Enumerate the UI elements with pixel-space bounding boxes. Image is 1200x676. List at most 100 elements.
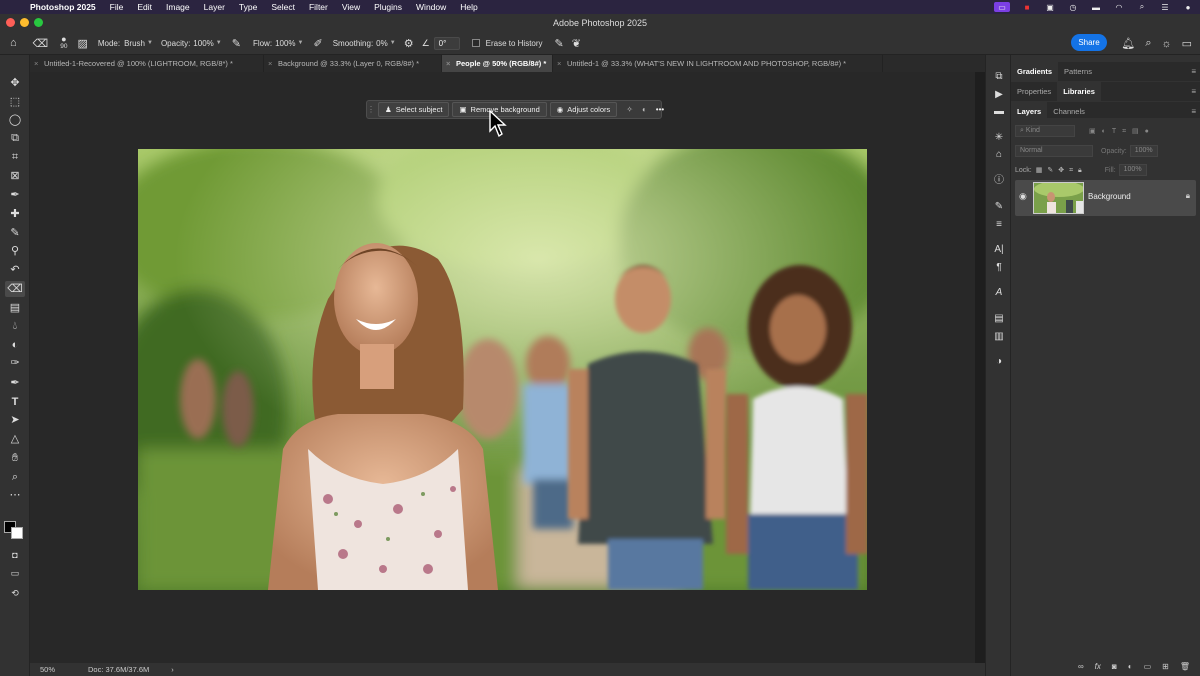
layer-fill-field[interactable]: 100% (1118, 164, 1147, 176)
zoom-level[interactable]: 50% (40, 665, 80, 674)
history-brush-tool-icon[interactable]: ↶ (5, 262, 25, 278)
actions-play-icon[interactable]: ▶ (992, 88, 1006, 102)
panel-menu-icon[interactable]: ≡ (1191, 67, 1196, 76)
select-subject-button[interactable]: ♟ Select subject (378, 102, 450, 117)
tab-people[interactable]: × People @ 50% (RGB/8#) * (442, 55, 553, 72)
color-icon[interactable]: ◑ (992, 355, 1006, 369)
menu-view[interactable]: View (342, 2, 360, 12)
dodge-tool-icon[interactable]: ◐ (5, 337, 25, 353)
camera-icon[interactable]: ▣ (1044, 2, 1056, 12)
workspace-icon[interactable]: ▭ (1182, 37, 1192, 50)
panel-menu-icon[interactable]: ≡ (1191, 87, 1196, 96)
path-selection-tool-icon[interactable]: ➤ (5, 412, 25, 428)
discover-icon[interactable]: ☼ (1162, 38, 1172, 50)
layer-row-background[interactable]: ◉ Background 🔒︎ (1015, 180, 1196, 216)
object-selection-tool-icon[interactable]: ⧉ (5, 130, 25, 146)
screen-record-icon[interactable]: ▭ (994, 2, 1010, 12)
mode-select[interactable]: Brush ▼ (124, 39, 153, 48)
flow-field[interactable]: 100% ▼ (275, 39, 303, 48)
clock-icon[interactable]: ◷ (1067, 2, 1079, 12)
comments-icon[interactable]: ▬ (992, 105, 1006, 119)
add-mask-icon[interactable]: ◙ (1112, 662, 1117, 671)
fx-icon[interactable]: fx (1095, 662, 1101, 671)
more-tools-icon[interactable]: ⋯ (5, 487, 25, 503)
adjustments-icon[interactable]: ≡ (992, 218, 1006, 232)
screen-mode-icon[interactable]: ▭ (5, 565, 25, 581)
menu-filter[interactable]: Filter (309, 2, 328, 12)
share-button[interactable]: Share (1071, 34, 1107, 51)
brush-tool-icon[interactable]: ✎ (5, 225, 25, 241)
character-icon[interactable]: A| (992, 243, 1006, 257)
gradient-tool-icon[interactable]: ▤ (5, 300, 25, 316)
symmetry-icon[interactable]: ❦ (572, 37, 581, 50)
crop-tool-icon[interactable]: ⌗ (5, 149, 25, 165)
eraser-tool-preset-icon[interactable]: ⌫ (33, 37, 49, 50)
search-icon[interactable]: ⌕ (1145, 37, 1151, 50)
doc-size[interactable]: Doc: 37.6M/37.6M (88, 665, 149, 674)
notifications-icon[interactable]: 🔔︎ (1121, 37, 1135, 50)
shape-tool-icon[interactable]: △ (5, 431, 25, 447)
blur-tool-icon[interactable]: 💧︎ (5, 318, 25, 334)
pen-tool-icon-2[interactable]: ✒ (5, 375, 25, 391)
angle-field[interactable]: 0° (433, 36, 460, 50)
menu-layer[interactable]: Layer (204, 2, 225, 12)
chevron-right-icon[interactable]: › (171, 665, 174, 674)
history-icon[interactable]: ⧉ (992, 70, 1006, 84)
pressure-size-icon[interactable]: ✎ (555, 37, 564, 50)
generative-fill-icon[interactable]: ✧ (626, 105, 633, 114)
people-photo[interactable] (138, 149, 867, 590)
layer-filter-kind[interactable]: ⌕ Kind (1015, 125, 1075, 137)
close-icon[interactable]: × (268, 55, 272, 72)
adjust-colors-button[interactable]: ◉ Adjust colors (549, 102, 618, 117)
marquee-tool-icon[interactable]: ⬚ (5, 94, 25, 110)
frame-tool-icon[interactable]: ⊠ (5, 168, 25, 184)
background-color-swatch[interactable] (11, 527, 23, 539)
battery-icon[interactable]: ▬ (1090, 2, 1102, 12)
type-tool-icon[interactable]: T (5, 394, 25, 410)
brush-settings-icon[interactable]: ▨ (77, 37, 87, 50)
tab-background[interactable]: × Background @ 33.3% (Layer 0, RGB/8#) * (264, 55, 442, 72)
canvas-area[interactable]: ⋮ ♟ Select subject ▣ Remove background ◉ Ad… (30, 72, 975, 663)
menu-type[interactable]: Type (239, 2, 257, 12)
quick-mask-icon[interactable]: ◘ (5, 547, 25, 563)
siri-icon[interactable]: ● (1182, 2, 1194, 12)
spotlight-icon[interactable]: ⌕ (1136, 2, 1148, 12)
hand-tool-icon[interactable]: ✋︎ (5, 450, 25, 466)
zoom-tool-icon[interactable]: ⌕ (5, 469, 25, 485)
menu-help[interactable]: Help (460, 2, 477, 12)
smoothing-field[interactable]: 0% ▼ (376, 39, 396, 48)
delete-layer-icon[interactable]: 🗑︎ (1180, 662, 1190, 671)
brush-preset-picker[interactable]: ● 90 (60, 35, 67, 51)
home-icon[interactable]: ⌂ (10, 37, 17, 49)
move-tool-icon[interactable]: ✥ (5, 75, 25, 91)
eraser-tool-icon[interactable]: ⌫ (5, 281, 25, 297)
app-menu[interactable]: Photoshop 2025 (30, 2, 96, 12)
tab-properties[interactable]: Properties (1011, 82, 1057, 101)
generative-icon[interactable]: ⟲ (5, 585, 25, 601)
brushes-icon[interactable]: ✎ (992, 200, 1006, 214)
tab-patterns[interactable]: Patterns (1058, 62, 1098, 81)
zoom-window-button[interactable] (34, 18, 43, 27)
close-icon[interactable]: × (557, 55, 561, 72)
airbrush-icon[interactable]: ✐ (313, 37, 322, 50)
pressure-opacity-icon[interactable]: ✎ (232, 37, 241, 50)
paragraph-icon[interactable]: ¶ (992, 261, 1006, 275)
menu-file[interactable]: File (110, 2, 124, 12)
filter-icons[interactable]: ▣◐T⌗▤● (1089, 127, 1155, 136)
link-layers-icon[interactable]: ∞ (1078, 662, 1084, 671)
eye-icon[interactable]: ◉ (1019, 191, 1027, 202)
pen-tool-icon[interactable]: ✑ (5, 355, 25, 371)
close-icon[interactable]: × (446, 55, 450, 72)
eyedropper-tool-icon[interactable]: ✒ (5, 187, 25, 203)
new-group-icon[interactable]: ▭ (1144, 662, 1152, 671)
clone-stamp-tool-icon[interactable]: ⚲ (5, 243, 25, 259)
adjustment-layer-icon[interactable]: ◐ (1128, 662, 1133, 671)
panel-menu-icon[interactable]: ≡ (1191, 107, 1196, 116)
menu-edit[interactable]: Edit (137, 2, 152, 12)
tab-libraries[interactable]: Libraries (1057, 82, 1101, 101)
tab-untitled-1[interactable]: × Untitled-1 @ 33.3% (WHAT'S NEW IN LIGHT… (553, 55, 883, 72)
menu-plugins[interactable]: Plugins (374, 2, 402, 12)
info-icon[interactable]: ⓘ (992, 174, 1006, 188)
healing-brush-tool-icon[interactable]: ✚ (5, 206, 25, 222)
lock-icons[interactable]: ▦✎✥⌗🔒︎ (1036, 166, 1087, 175)
